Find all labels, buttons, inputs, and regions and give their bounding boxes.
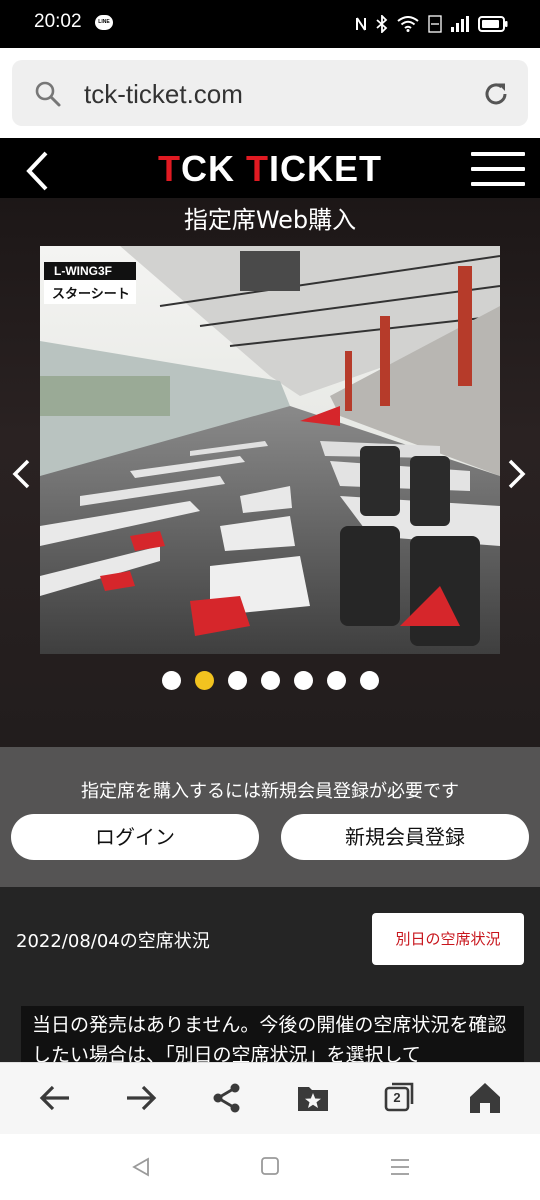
logo-letter-t1: T — [158, 148, 181, 189]
login-panel: 指定席を購入するには新規会員登録が必要です ログイン 新規会員登録 — [0, 747, 540, 887]
logo-letter-t2: T — [246, 148, 269, 189]
bluetooth-icon — [376, 15, 388, 33]
login-button[interactable]: ログイン — [11, 814, 259, 860]
url-text[interactable]: tck-ticket.com — [84, 79, 243, 110]
register-button[interactable]: 新規会員登録 — [281, 814, 529, 860]
bookmarks-folder-icon[interactable] — [296, 1081, 330, 1115]
page-title: 指定席Web購入 — [183, 206, 357, 234]
carousel-dots — [0, 671, 540, 690]
back-arrow-icon[interactable] — [38, 1081, 72, 1115]
carousel-next-icon[interactable] — [506, 458, 528, 490]
carousel-dot[interactable] — [194, 671, 214, 690]
browser-address-area: tck-ticket.com — [0, 48, 540, 138]
nav-menu-icon[interactable] — [389, 1156, 411, 1178]
stadium-seats-photo — [40, 246, 500, 654]
carousel-slide-image[interactable]: L-WING3F スターシート — [40, 246, 500, 654]
wifi-icon — [397, 16, 419, 32]
tab-switcher-button[interactable]: 2 — [384, 1082, 414, 1113]
volte-icon — [428, 15, 442, 33]
tab-count: 2 — [393, 1090, 401, 1105]
forward-arrow-icon[interactable] — [124, 1081, 158, 1115]
slide-caption-tag: L-WING3F スターシート — [44, 262, 136, 304]
search-icon — [35, 81, 61, 107]
website-content: TCK TICKET 指定席Web購入 L-WING3F スターシート 指定席を… — [0, 138, 540, 1062]
browser-toolbar: 2 — [0, 1062, 540, 1134]
registration-required-note: 指定席を購入するには新規会員登録が必要です — [81, 781, 459, 802]
availability-section: 2022/08/04の空席状況 別日の空席状況 当日の発売はありません。今後の開… — [0, 887, 540, 1062]
carousel-dot[interactable] — [326, 671, 346, 690]
reload-icon[interactable] — [482, 80, 510, 108]
logo-text-icket: ICKET — [269, 148, 382, 189]
carousel-dot[interactable] — [293, 671, 313, 690]
nav-home-icon[interactable] — [260, 1156, 280, 1176]
site-header: TCK TICKET — [0, 138, 540, 198]
logo-text-ck: CK — [181, 148, 246, 189]
nfc-icon — [356, 17, 366, 31]
no-sales-notice: 当日の発売はありません。今後の開催の空席状況を確認したい場合は、「別日の空席状況… — [21, 1006, 524, 1062]
battery-icon — [478, 16, 508, 32]
carousel-dot[interactable] — [227, 671, 247, 690]
site-logo[interactable]: TCK TICKET — [0, 148, 540, 190]
system-navigation-bar — [0, 1134, 540, 1200]
menu-icon[interactable] — [471, 152, 525, 186]
status-icons — [355, 12, 508, 36]
home-icon[interactable] — [468, 1081, 502, 1115]
signal-icon — [451, 16, 469, 32]
line-app-icon: LINE — [95, 15, 113, 30]
carousel-dot[interactable] — [260, 671, 280, 690]
nav-back-icon[interactable] — [130, 1156, 152, 1178]
carousel-dot[interactable] — [359, 671, 379, 690]
slide-caption-seat-type: スターシート — [52, 287, 130, 302]
carousel-dot[interactable] — [161, 671, 181, 690]
share-icon[interactable] — [210, 1081, 244, 1115]
carousel-prev-icon[interactable] — [10, 458, 32, 490]
address-bar[interactable]: tck-ticket.com — [12, 60, 528, 126]
slide-caption-location: L-WING3F — [44, 262, 136, 280]
other-day-availability-button[interactable]: 別日の空席状況 — [372, 913, 524, 965]
status-time: 20:02 — [34, 11, 82, 32]
availability-date-label: 2022/08/04の空席状況 — [16, 931, 210, 952]
status-bar: 20:02 LINE — [0, 0, 540, 48]
